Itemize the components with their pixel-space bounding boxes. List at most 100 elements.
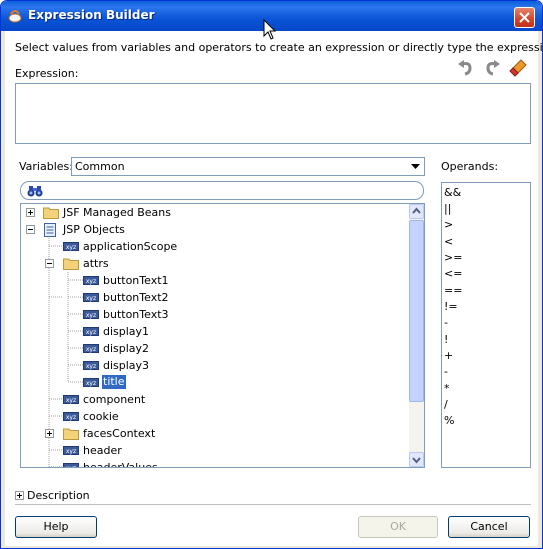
- variable-icon: xyz: [63, 446, 79, 455]
- tree-item-jsf-managed-beans[interactable]: JSF Managed Beans: [21, 204, 411, 221]
- variable-icon: xyz: [83, 310, 99, 319]
- operand-item[interactable]: %: [444, 414, 454, 427]
- dialog-content: Select values from variables and operato…: [5, 31, 542, 546]
- tree-item-display-3[interactable]: xyz display3: [21, 357, 411, 374]
- svg-text:xyz: xyz: [86, 278, 96, 285]
- tree-item-application-scope[interactable]: xyz applicationScope: [21, 238, 411, 255]
- tree-item-attrs[interactable]: attrs: [21, 255, 411, 272]
- tree-item-display-2[interactable]: xyz display2: [21, 340, 411, 357]
- operand-item[interactable]: /: [444, 398, 448, 411]
- tree-item-faces-context[interactable]: facesContext: [21, 425, 411, 442]
- variables-label: Variables:: [19, 160, 73, 173]
- variables-tree: JSF Managed Beans JSP Objects xyz applic…: [20, 203, 425, 468]
- svg-text:xyz: xyz: [86, 329, 96, 336]
- tree-item-header[interactable]: xyz header: [21, 442, 411, 459]
- operands-label: Operands:: [441, 160, 499, 173]
- svg-text:xyz: xyz: [86, 295, 96, 302]
- tree-item-jsp-objects[interactable]: JSP Objects: [21, 221, 411, 238]
- redo-icon[interactable]: [483, 59, 501, 77]
- svg-text:xyz: xyz: [66, 414, 76, 421]
- scroll-up-button[interactable]: [409, 204, 424, 219]
- operand-item[interactable]: <: [444, 235, 453, 248]
- tree-item-cookie[interactable]: xyz cookie: [21, 408, 411, 425]
- collapse-icon[interactable]: [26, 225, 35, 234]
- expression-input[interactable]: [15, 83, 531, 144]
- cancel-button[interactable]: Cancel: [448, 516, 530, 538]
- operand-item[interactable]: !: [444, 333, 448, 346]
- variables-selected-value: Common: [75, 160, 125, 173]
- tree-item-button-text-3[interactable]: xyz buttonText3: [21, 306, 411, 323]
- tree-item-button-text-1[interactable]: xyz buttonText1: [21, 272, 411, 289]
- operand-item[interactable]: +: [444, 349, 453, 362]
- operand-item[interactable]: &&: [444, 186, 461, 199]
- operands-list: && || > < >= <= == != - ! + - * / %: [441, 182, 531, 468]
- undo-icon[interactable]: [457, 59, 475, 77]
- tree-item-title[interactable]: xyz title: [21, 374, 411, 391]
- tree-item-label: facesContext: [83, 427, 156, 440]
- svg-text:xyz: xyz: [66, 397, 76, 404]
- window-title: Expression Builder: [28, 8, 155, 22]
- chevron-up-icon: [412, 207, 421, 214]
- operand-item[interactable]: <=: [444, 267, 462, 280]
- variables-dropdown[interactable]: Common: [71, 157, 425, 176]
- variable-icon: xyz: [63, 463, 79, 467]
- expand-icon[interactable]: [26, 208, 35, 217]
- variable-icon: xyz: [63, 412, 79, 421]
- variable-icon: xyz: [63, 395, 79, 404]
- svg-text:xyz: xyz: [86, 312, 96, 319]
- folder-icon: [63, 428, 79, 440]
- svg-text:xyz: xyz: [86, 363, 96, 370]
- tree-item-label: buttonText2: [103, 291, 169, 304]
- tree-item-header-values[interactable]: xyz headerValues: [21, 459, 411, 467]
- tree-item-label: JSF Managed Beans: [63, 206, 171, 219]
- tree-item-label: display1: [103, 325, 150, 338]
- operand-item[interactable]: ||: [444, 202, 451, 215]
- expression-builder-window: Expression Builder Select values from va…: [0, 0, 543, 549]
- tree-item-label: header: [83, 444, 122, 457]
- close-button[interactable]: [514, 7, 535, 28]
- tree-item-label: display3: [103, 359, 150, 372]
- tree-item-display-1[interactable]: xyz display1: [21, 323, 411, 340]
- expression-toolbar: [457, 59, 529, 79]
- mouse-cursor-icon: [263, 19, 277, 40]
- chevron-down-icon[interactable]: [407, 158, 424, 175]
- tree-item-component[interactable]: xyz component: [21, 391, 411, 408]
- tree-item-label: attrs: [83, 257, 109, 270]
- operand-item[interactable]: -: [444, 365, 448, 378]
- instruction-text: Select values from variables and operato…: [15, 41, 543, 54]
- ok-button[interactable]: OK: [358, 516, 438, 538]
- variable-icon: xyz: [83, 327, 99, 336]
- svg-text:xyz: xyz: [66, 244, 76, 251]
- tree-item-button-text-2[interactable]: xyz buttonText2: [21, 289, 411, 306]
- scroll-down-button[interactable]: [409, 452, 424, 467]
- expression-label: Expression:: [15, 67, 79, 80]
- expand-icon[interactable]: [45, 429, 54, 438]
- folder-icon: [63, 258, 79, 270]
- variable-icon: xyz: [83, 378, 99, 387]
- tree-scrollbar[interactable]: [409, 204, 424, 467]
- operand-item[interactable]: !=: [444, 300, 458, 313]
- operand-item[interactable]: >: [444, 218, 453, 231]
- help-button[interactable]: Help: [15, 516, 97, 538]
- jsp-objects-icon: [44, 223, 56, 237]
- operand-item[interactable]: -: [444, 316, 448, 329]
- operand-item[interactable]: *: [444, 382, 450, 395]
- folder-icon: [43, 207, 59, 219]
- operand-item[interactable]: >=: [444, 251, 462, 264]
- collapse-icon[interactable]: [45, 259, 54, 268]
- expand-icon[interactable]: [15, 491, 24, 500]
- tree-item-label: applicationScope: [83, 240, 178, 253]
- operand-item[interactable]: ==: [444, 284, 462, 297]
- tree-search-input[interactable]: [20, 181, 424, 200]
- description-label: Description: [27, 489, 90, 502]
- clear-icon[interactable]: [509, 59, 527, 77]
- tree-item-label: cookie: [83, 410, 119, 423]
- variable-icon: xyz: [83, 361, 99, 370]
- svg-text:xyz: xyz: [86, 380, 96, 387]
- binoculars-icon: [27, 186, 43, 197]
- scroll-thumb[interactable]: [409, 220, 424, 402]
- variable-icon: xyz: [83, 344, 99, 353]
- variable-icon: xyz: [83, 276, 99, 285]
- chevron-down-icon: [412, 457, 421, 464]
- tree-item-label-selected: title: [102, 375, 126, 389]
